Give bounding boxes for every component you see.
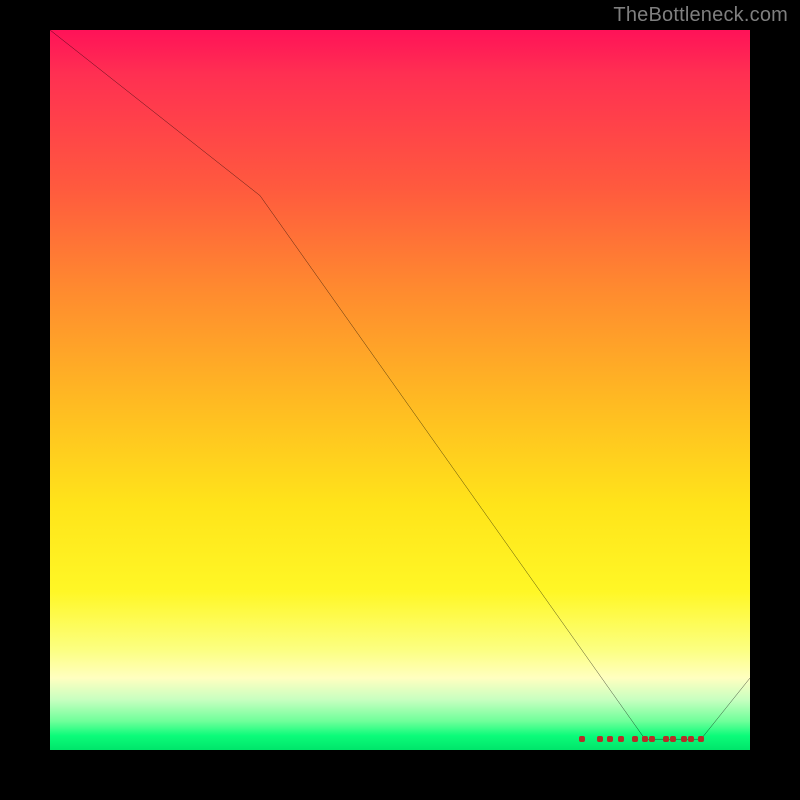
watermark-text: TheBottleneck.com — [613, 4, 788, 27]
marker-point — [607, 736, 613, 742]
marker-point — [663, 736, 669, 742]
plot-area — [50, 30, 750, 750]
marker-point — [670, 736, 676, 742]
marker-point — [618, 736, 624, 742]
marker-point — [698, 736, 704, 742]
marker-cluster — [50, 30, 750, 750]
marker-point — [642, 736, 648, 742]
marker-point — [681, 736, 687, 742]
marker-point — [597, 736, 603, 742]
chart-frame: TheBottleneck.com — [0, 0, 800, 800]
marker-point — [579, 736, 585, 742]
marker-point — [632, 736, 638, 742]
marker-point — [688, 736, 694, 742]
marker-point — [649, 736, 655, 742]
